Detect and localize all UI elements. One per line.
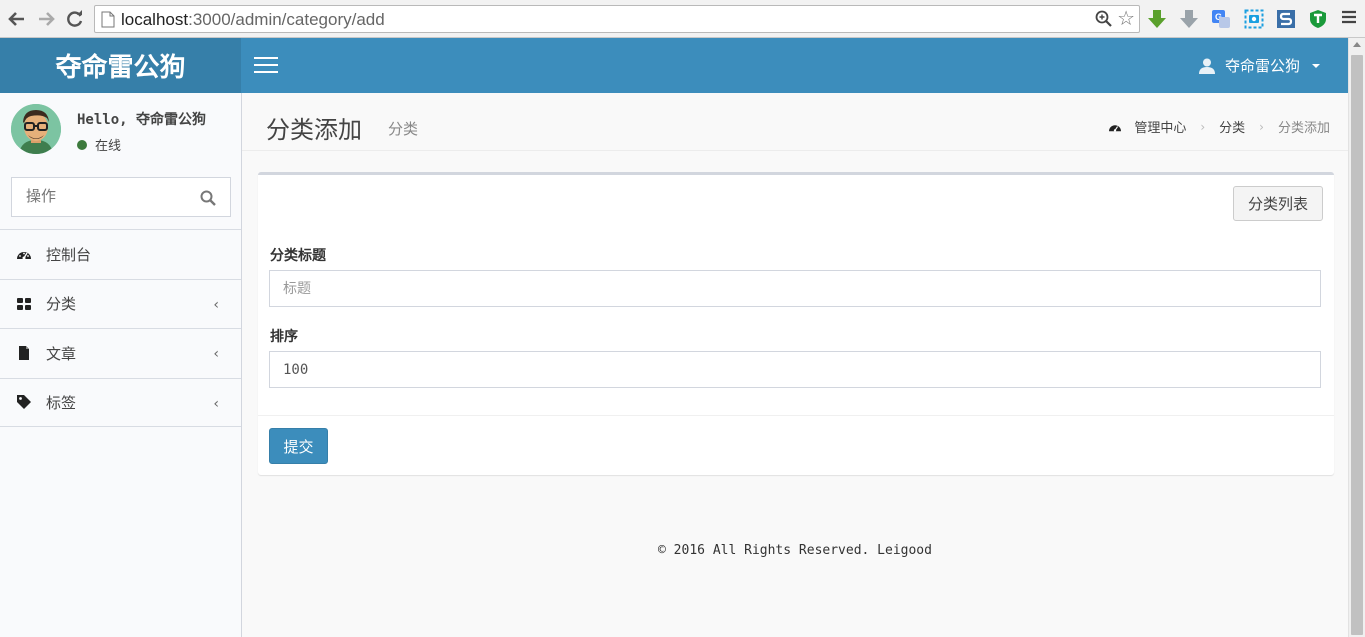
sidebar: Hello, 夺命雷公狗 在线 控制台 分类 ‹ 文章 ‹ 标签 ‹ bbox=[0, 93, 242, 637]
main-header: 夺命雷公狗 夺命雷公狗 bbox=[0, 38, 1348, 93]
dashboard-icon bbox=[17, 252, 31, 260]
caret-down-icon bbox=[1312, 63, 1320, 68]
avatar bbox=[11, 104, 61, 154]
sidebar-item-category[interactable]: 分类 ‹ bbox=[0, 278, 241, 329]
grid-icon bbox=[17, 297, 31, 310]
content-header: 分类添加 分类 管理中心 › 分类 › 分类添加 bbox=[242, 93, 1348, 151]
dashboard-icon bbox=[1109, 124, 1122, 132]
tag-icon bbox=[17, 395, 31, 410]
scroll-up-icon[interactable] bbox=[1353, 42, 1361, 47]
vertical-scrollbar[interactable] bbox=[1348, 38, 1365, 637]
sidebar-item-label: 标签 bbox=[46, 393, 77, 412]
search-input[interactable] bbox=[26, 187, 186, 205]
search-icon[interactable] bbox=[200, 190, 216, 206]
bookmark-star-icon[interactable]: ☆ bbox=[1117, 8, 1135, 30]
url-host: localhost bbox=[121, 10, 189, 29]
category-list-button[interactable]: 分类列表 bbox=[1233, 186, 1323, 221]
sidebar-item-label: 分类 bbox=[46, 295, 77, 314]
sidebar-item-tag[interactable]: 标签 ‹ bbox=[0, 377, 241, 427]
status-text: 在线 bbox=[95, 139, 122, 154]
scroll-thumb[interactable] bbox=[1351, 55, 1363, 635]
form-box: 分类列表 分类标题 排序 提交 bbox=[258, 172, 1334, 475]
online-status: 在线 bbox=[77, 135, 121, 154]
sort-label: 排序 bbox=[270, 329, 298, 345]
sidebar-item-dashboard[interactable]: 控制台 bbox=[0, 229, 241, 279]
title-label: 分类标题 bbox=[270, 248, 326, 264]
sort-input[interactable] bbox=[269, 351, 1321, 388]
breadcrumb-separator-icon: › bbox=[1259, 119, 1264, 134]
forward-icon[interactable] bbox=[35, 8, 57, 30]
sidebar-item-label: 控制台 bbox=[46, 245, 92, 264]
reload-icon[interactable] bbox=[64, 8, 86, 30]
page-footer: © 2016 All Rights Reserved. Leigood bbox=[658, 543, 932, 558]
screenshot-icon[interactable] bbox=[1244, 9, 1264, 29]
sidebar-menu: 控制台 分类 ‹ 文章 ‹ 标签 ‹ bbox=[0, 229, 241, 427]
url-path: :3000/admin/category/add bbox=[188, 10, 385, 29]
chevron-left-icon: ‹ bbox=[213, 296, 219, 313]
page-subtitle: 分类 bbox=[388, 120, 419, 138]
shield-t-icon[interactable] bbox=[1308, 9, 1328, 29]
breadcrumb-current: 分类添加 bbox=[1277, 121, 1330, 136]
translate-icon[interactable]: G bbox=[1211, 9, 1231, 29]
chevron-left-icon: ‹ bbox=[213, 395, 219, 412]
form-footer: 提交 bbox=[258, 415, 1334, 475]
sidebar-item-article[interactable]: 文章 ‹ bbox=[0, 328, 241, 378]
user-name: 夺命雷公狗 bbox=[1224, 57, 1300, 75]
browser-toolbar: localhost:3000/admin/category/add ☆ G bbox=[0, 0, 1365, 38]
status-dot-icon bbox=[77, 139, 87, 150]
user-panel: Hello, 夺命雷公狗 在线 bbox=[0, 93, 241, 163]
sidebar-item-label: 文章 bbox=[46, 344, 77, 363]
file-icon bbox=[19, 346, 29, 361]
title-input[interactable] bbox=[269, 270, 1321, 307]
submit-button[interactable]: 提交 bbox=[269, 428, 328, 464]
zoom-icon[interactable] bbox=[1095, 10, 1113, 28]
download-gray-icon[interactable] bbox=[1179, 9, 1199, 29]
address-bar[interactable]: localhost:3000/admin/category/add ☆ bbox=[94, 5, 1140, 33]
url-text[interactable]: localhost:3000/admin/category/add bbox=[121, 10, 385, 30]
breadcrumb: 管理中心 › 分类 › 分类添加 bbox=[1108, 117, 1330, 136]
content-wrapper: 分类添加 分类 管理中心 › 分类 › 分类添加 分类列表 分类标题 排序 提交… bbox=[242, 93, 1348, 637]
page-icon bbox=[101, 11, 115, 28]
browser-menu-icon[interactable] bbox=[1342, 10, 1356, 24]
back-icon[interactable] bbox=[6, 8, 28, 30]
breadcrumb-home[interactable]: 管理中心 bbox=[1134, 117, 1186, 136]
greeting: Hello, 夺命雷公狗 bbox=[77, 112, 207, 128]
breadcrumb-category[interactable]: 分类 bbox=[1219, 117, 1245, 136]
sidebar-search bbox=[11, 177, 231, 217]
chevron-left-icon: ‹ bbox=[213, 346, 219, 362]
user-menu[interactable]: 夺命雷公狗 bbox=[1198, 55, 1320, 76]
download-green-icon[interactable] bbox=[1147, 9, 1167, 29]
logo[interactable]: 夺命雷公狗 bbox=[0, 38, 241, 93]
page-title: 分类添加 bbox=[266, 116, 362, 144]
sidebar-toggle-icon[interactable] bbox=[254, 57, 278, 75]
breadcrumb-separator-icon: › bbox=[1200, 119, 1206, 134]
user-icon bbox=[1198, 58, 1215, 74]
s-extension-icon[interactable] bbox=[1276, 9, 1296, 29]
